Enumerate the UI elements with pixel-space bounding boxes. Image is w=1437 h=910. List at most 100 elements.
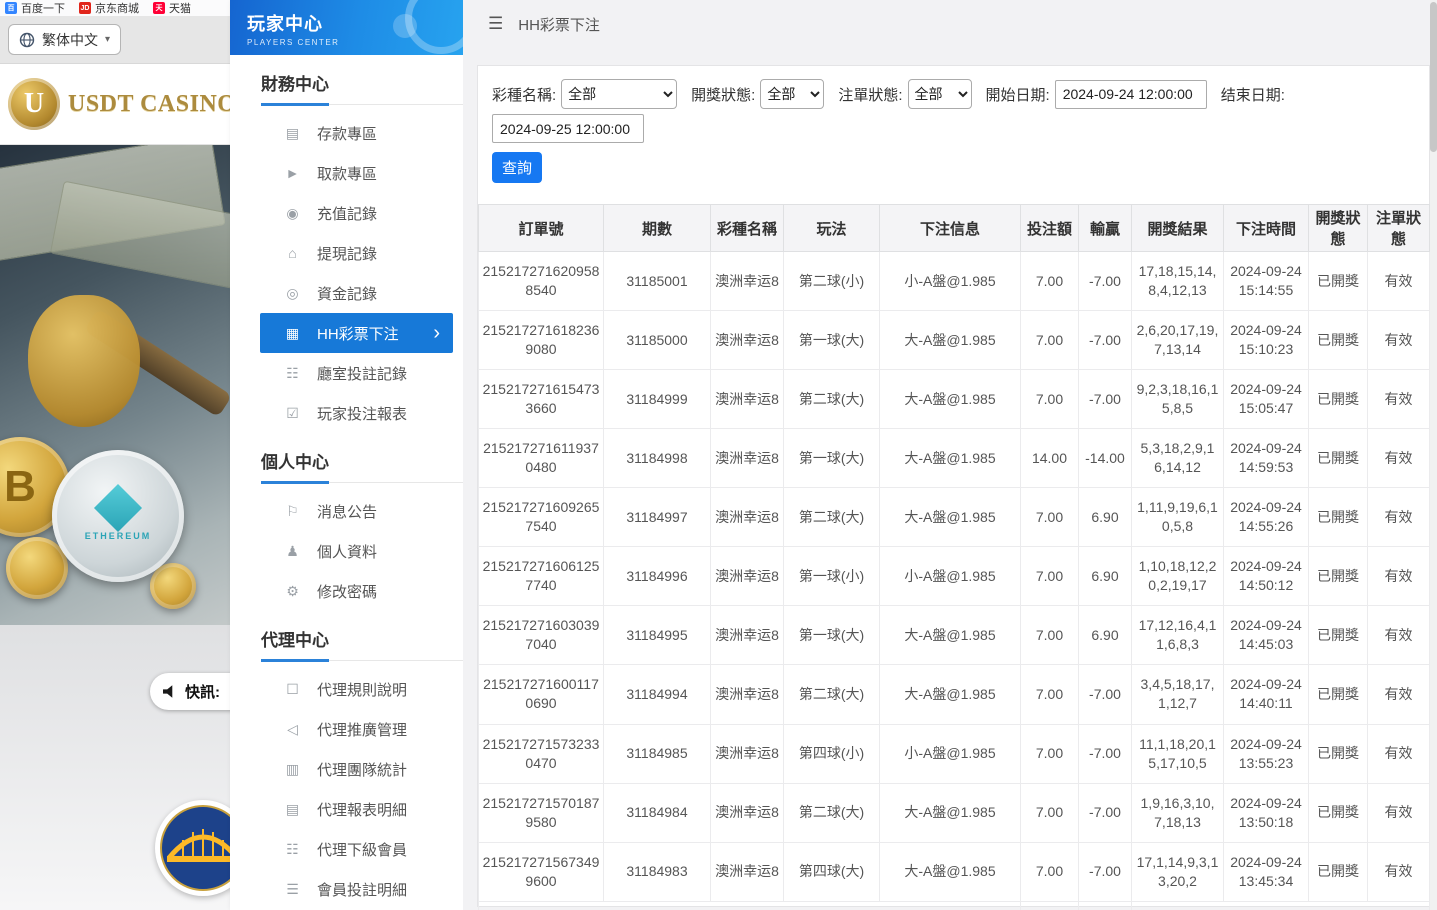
table-cell: 澳洲幸运8 (711, 606, 784, 665)
screen: 百百度一下JD京东商城天天猫 繁体中文 ▾ U USDT CASINO B ET… (0, 0, 1437, 910)
table-cell: 澳洲幸运8 (711, 429, 784, 488)
section-heading: 財務中心 (261, 70, 463, 95)
table-cell: 2024-09-24 15:14:55 (1224, 252, 1309, 311)
table-cell: 31184984 (604, 783, 711, 842)
ethereum-diamond-icon (94, 484, 142, 532)
sidebar-item[interactable]: ►取款專區 (230, 153, 463, 193)
sidebar-item[interactable]: ☷廳室投註記錄 (230, 353, 463, 393)
table-cell: 2024-09-24 15:10:23 (1224, 311, 1309, 370)
sidebar-item[interactable]: ▤存款專區 (230, 113, 463, 153)
news-ticker[interactable]: 快訊: (150, 673, 230, 710)
site-logo-text[interactable]: USDT CASINO (68, 91, 230, 118)
sidebar-item[interactable]: ⚐消息公告 (230, 491, 463, 531)
member-bets-icon: ☰ (284, 881, 301, 898)
table-cell: 2152172716119370480 (479, 429, 604, 488)
table-cell: 有效 (1368, 252, 1430, 311)
table-cell: 2024-09-24 15:05:47 (1224, 370, 1309, 429)
bookmark-item[interactable]: 天天猫 (153, 0, 191, 16)
table-row: 215217271570187958031184984澳洲幸运8第二球(大)大-… (479, 783, 1430, 842)
table-cell: 7.00 (1021, 370, 1079, 429)
table-cell: 7.00 (1021, 606, 1079, 665)
column-header: 輸贏 (1079, 205, 1132, 252)
agent-team-icon: ▥ (284, 761, 301, 778)
language-selector[interactable]: 繁体中文 ▾ (8, 24, 121, 55)
sidebar-item-label: 代理團隊統計 (317, 759, 407, 780)
query-button[interactable]: 查詢 (492, 152, 542, 183)
table-header-row: 訂單號期數彩種名稱玩法下注信息投注額輸贏開獎結果下注時間開獎狀態注單狀態 (479, 205, 1430, 252)
scrollbar-thumb[interactable] (1430, 2, 1437, 152)
scrollbar-track[interactable] (1430, 0, 1437, 910)
sidebar-item-label: 提現記錄 (317, 243, 377, 264)
table-cell: 有效 (1368, 606, 1430, 665)
end-date-input[interactable] (492, 114, 644, 143)
sidebar-item-label: 充值記錄 (317, 203, 377, 224)
bookmark-label: 百度一下 (21, 0, 65, 16)
table-cell: 第四球(大) (784, 842, 880, 901)
sidebar-item[interactable]: ◎資金記錄 (230, 273, 463, 313)
sidebar-item[interactable]: ☰會員投註明細 (230, 869, 463, 909)
password-icon: ⚙ (284, 583, 301, 600)
draw-status-select[interactable]: 全部 (760, 79, 824, 109)
section-underline (261, 482, 463, 483)
sidebar-item[interactable]: ▥ 代理團隊統計 (230, 749, 463, 789)
table-cell: 已開獎 (1309, 311, 1368, 370)
table-cell: 澳洲幸运8 (711, 488, 784, 547)
column-header: 期數 (604, 205, 711, 252)
main-content: ☰ HH彩票下注 彩種名稱: 全部 開獎狀態: 全部 注單狀態: 全部 開始日期… (463, 0, 1437, 910)
table-cell: -7.00 (1079, 842, 1132, 901)
table-cell: 有效 (1368, 783, 1430, 842)
sidebar-item[interactable]: ◁代理推廣管理 (230, 709, 463, 749)
table-cell: 2024-09-24 14:40:11 (1224, 665, 1309, 724)
sidebar-title: 玩家中心 (247, 10, 463, 36)
table-cell: 14.00 (1021, 429, 1079, 488)
sidebar-item-label: 代理下級會員 (317, 839, 407, 860)
lottery-name-select[interactable]: 全部 (561, 79, 677, 109)
sidebar-item[interactable]: ▤代理報表明細 (230, 789, 463, 829)
start-date-input[interactable] (1055, 80, 1207, 109)
funds-record-icon: ◎ (284, 285, 301, 302)
announcement-icon: ⚐ (284, 503, 301, 520)
room-bet-record-icon: ☷ (284, 365, 301, 382)
table-row: 215217271600117069031184994澳洲幸运8第二球(大)大-… (479, 665, 1430, 724)
table-cell: 有效 (1368, 488, 1430, 547)
summary-win-total: -42.30 (1079, 901, 1132, 910)
sidebar-item[interactable]: ☐代理規則說明 (230, 669, 463, 709)
table-cell: -7.00 (1079, 724, 1132, 783)
sidebar-item[interactable]: ▦HH彩票下注› (260, 313, 453, 353)
table-cell: 已開獎 (1309, 488, 1368, 547)
player-report-icon: ☑ (284, 405, 301, 422)
order-status-select[interactable]: 全部 (908, 79, 972, 109)
agent-rules-icon: ☐ (284, 681, 301, 698)
table-cell: 1,9,16,3,10,7,18,13 (1132, 783, 1224, 842)
gold-bag-shape (28, 295, 140, 427)
sidebar-item-label: 修改密碼 (317, 581, 377, 602)
table-cell: 2152172716001170690 (479, 665, 604, 724)
menu-toggle-icon[interactable]: ☰ (488, 14, 503, 34)
table-cell: 7.00 (1021, 311, 1079, 370)
table-cell: -14.00 (1079, 429, 1132, 488)
globe-icon (19, 32, 35, 48)
sidebar-item[interactable]: ⌂提現記錄 (230, 233, 463, 273)
sidebar-item[interactable]: ♟個人資料 (230, 531, 463, 571)
column-header: 注單狀態 (1368, 205, 1430, 252)
column-header: 下注時間 (1224, 205, 1309, 252)
bookmark-item[interactable]: JD京东商城 (79, 0, 139, 16)
sidebar-item[interactable]: ☑玩家投注報表 (230, 393, 463, 433)
sidebar-item[interactable]: ☷代理下級會員 (230, 829, 463, 869)
bookmark-label: 京东商城 (95, 0, 139, 16)
table-cell: 有效 (1368, 370, 1430, 429)
chevron-right-icon: › (433, 323, 440, 343)
baidu-icon: 百 (5, 2, 17, 14)
summary-row: 當前頁統計84.00-42.30 (479, 901, 1430, 910)
table-cell: 2152172716061257740 (479, 547, 604, 606)
column-header: 訂單號 (479, 205, 604, 252)
table-cell: 5,3,18,2,9,16,14,12 (1132, 429, 1224, 488)
bookmark-item[interactable]: 百百度一下 (5, 0, 65, 16)
table-cell: 17,1,14,9,3,13,20,2 (1132, 842, 1224, 901)
sidebar-item[interactable]: ◉充值記錄 (230, 193, 463, 233)
table-cell: 11,1,18,20,15,17,10,5 (1132, 724, 1224, 783)
table-cell: 6.90 (1079, 606, 1132, 665)
sidebar-item[interactable]: ⚙ 修改密碼 (230, 571, 463, 611)
column-header: 彩種名稱 (711, 205, 784, 252)
table-cell: 2152172715732330470 (479, 724, 604, 783)
